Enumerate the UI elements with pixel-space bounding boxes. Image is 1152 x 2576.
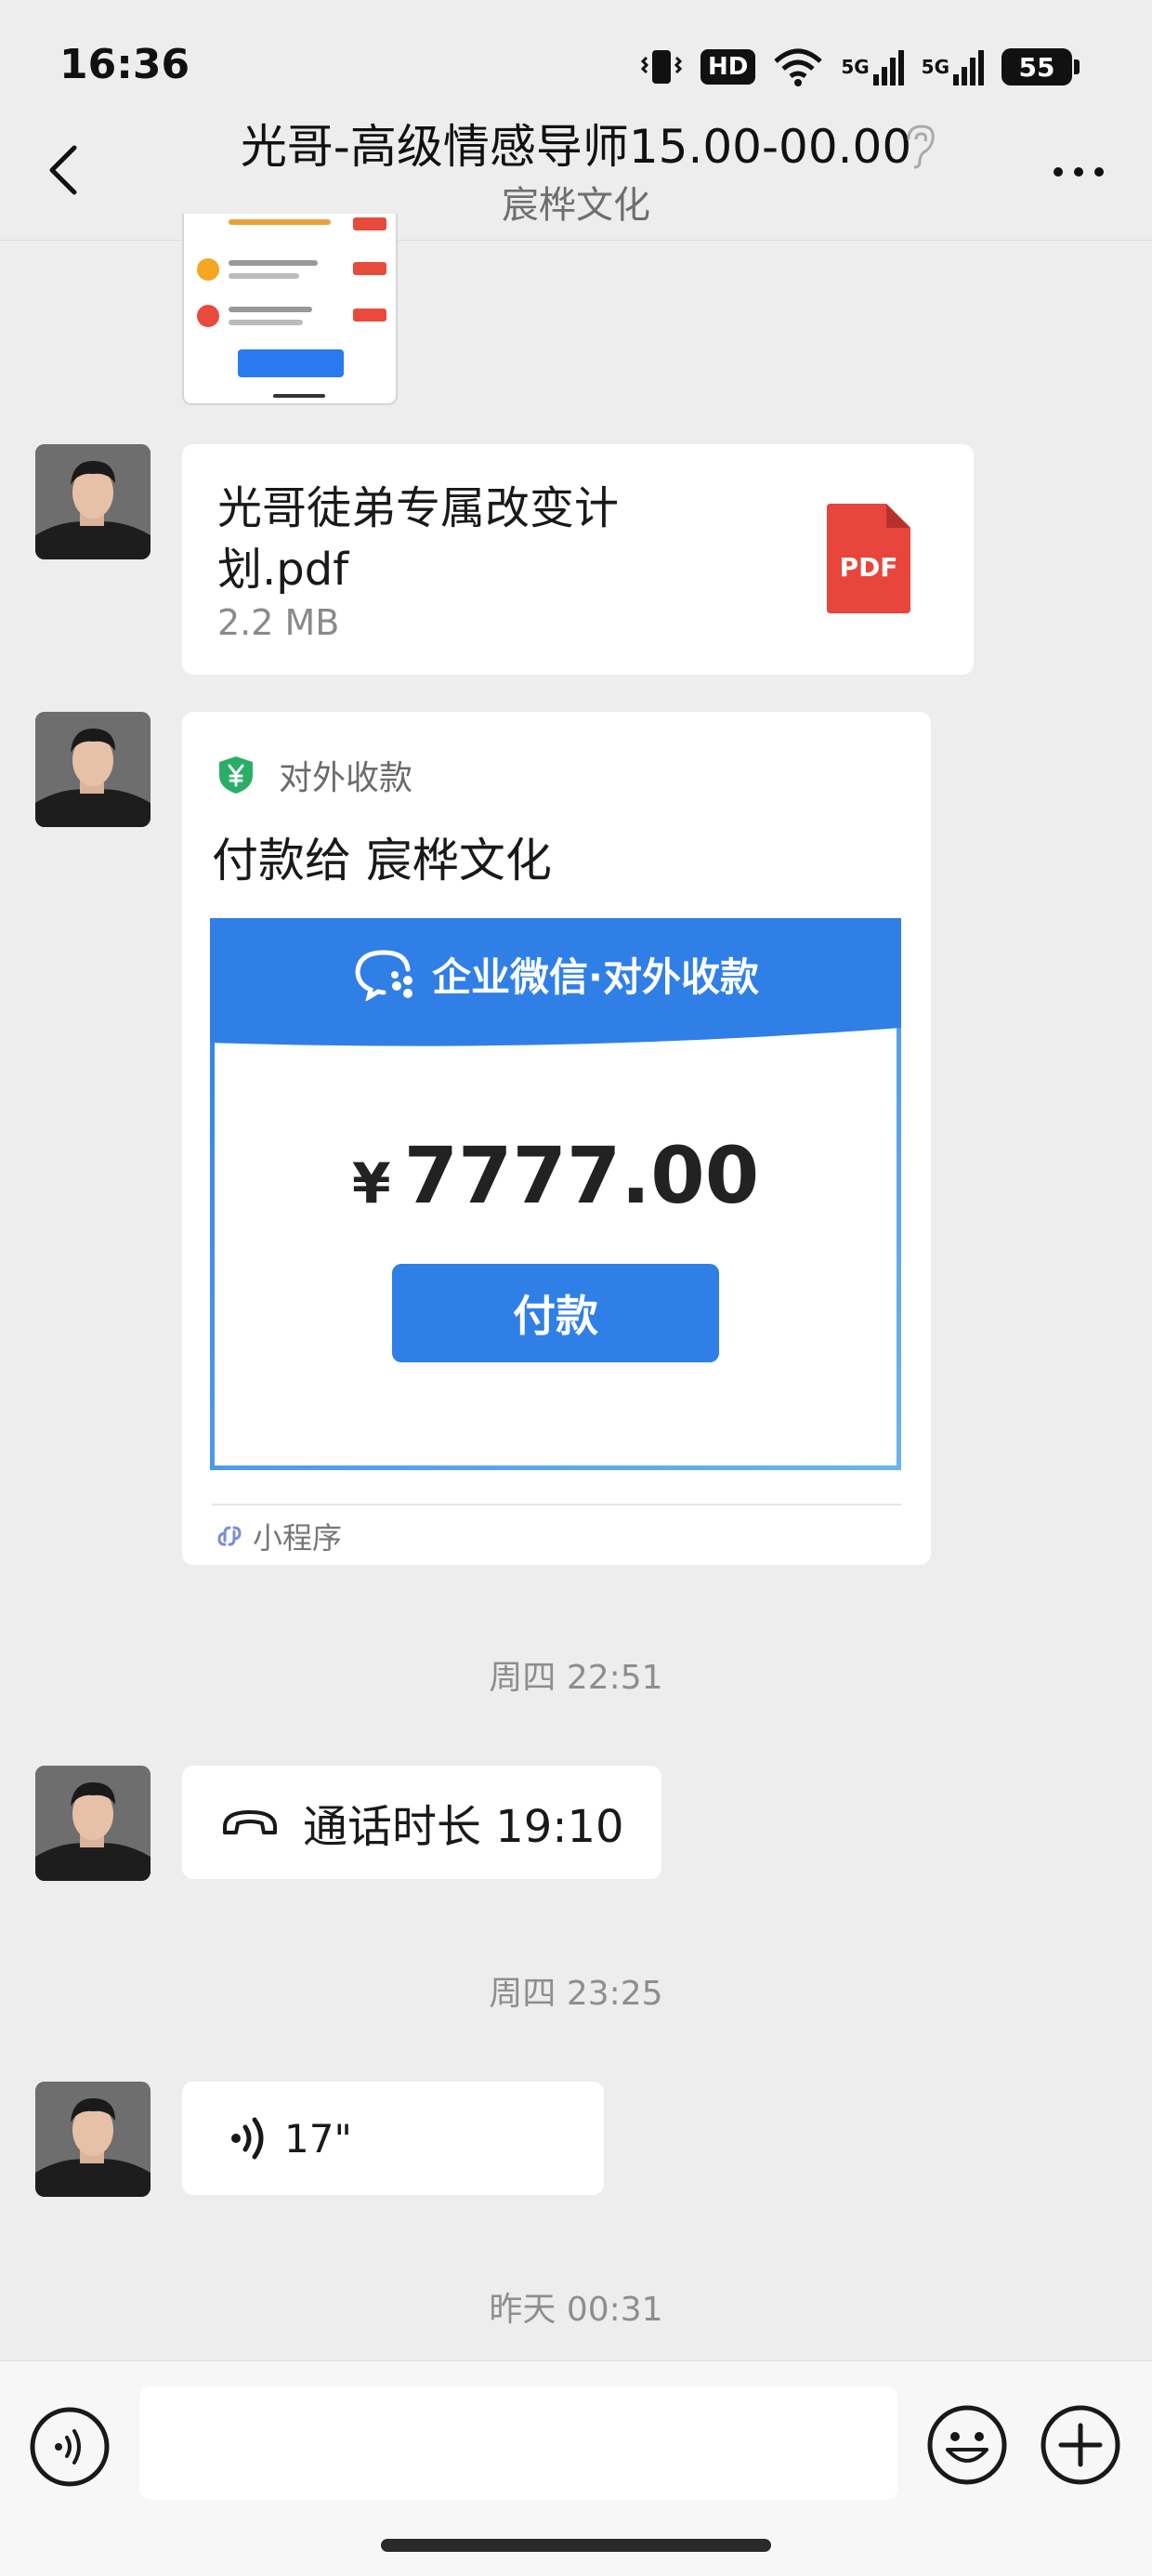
- thumb-bar: [273, 394, 325, 398]
- timestamp: 周四 22:51: [489, 1659, 663, 1697]
- home-indicator[interactable]: [381, 2539, 771, 2552]
- payment-banner-text: 企业微信·对外收款: [432, 953, 759, 1000]
- mini-program-footer: 小程序: [216, 1515, 342, 1557]
- pdf-file-icon: PDF: [827, 504, 910, 613]
- pay-button[interactable]: 付款: [392, 1264, 719, 1362]
- voice-input-button[interactable]: [28, 2405, 111, 2489]
- call-message[interactable]: 通话时长 19:10: [182, 1766, 661, 1879]
- signal-label-1: 5G: [841, 56, 870, 78]
- more-dots-icon: [1054, 167, 1063, 177]
- signal-icon-1: 5G: [841, 48, 904, 85]
- payment-message[interactable]: 对外收款 付款给 宸桦文化 企业微信·对外收款 ¥7777.00 付款 小程序: [182, 712, 931, 1565]
- mini-program-label: 小程序: [253, 1520, 343, 1556]
- payment-header: 对外收款: [217, 751, 412, 799]
- phone-hangup-icon: [223, 1810, 277, 1834]
- more-button[interactable]: [1037, 149, 1120, 195]
- ear-icon: [901, 123, 938, 171]
- file-message[interactable]: 光哥徒弟专属改变计划.pdf 2.2 MB PDF: [182, 444, 974, 675]
- file-name: 光哥徒弟专属改变计划.pdf: [217, 482, 620, 596]
- avatar[interactable]: [35, 2082, 151, 2197]
- more-dot: [1094, 167, 1104, 177]
- thumb-row: [197, 303, 386, 331]
- voice-input-icon: [30, 2407, 110, 2487]
- file-size: 2.2 MB: [217, 602, 340, 643]
- more-functions-button[interactable]: [1039, 2403, 1122, 2487]
- amount-value: 7777.00: [403, 1130, 760, 1221]
- signal-icon-2: 5G: [922, 48, 985, 85]
- nav-divider: [0, 240, 1152, 241]
- payment-title: 付款给 宸桦文化: [212, 834, 552, 887]
- avatar[interactable]: [35, 1766, 151, 1881]
- chat-subtitle: 宸桦文化: [502, 184, 650, 227]
- signal-label-2: 5G: [921, 56, 949, 78]
- message-input[interactable]: [139, 2386, 897, 2500]
- wecom-icon: [355, 950, 413, 1001]
- chat-title[interactable]: 光哥-高级情感导师15.00-00.00: [177, 110, 975, 177]
- payment-amount: ¥7777.00: [210, 1130, 901, 1221]
- payment-header-label: 对外收款: [279, 759, 413, 797]
- voice-wave-icon: [231, 2117, 264, 2160]
- avatar[interactable]: [35, 444, 151, 559]
- plus-icon: [1041, 2405, 1120, 2485]
- yuan-shield-icon: [219, 756, 253, 794]
- thumb-button: [238, 349, 344, 377]
- status-time: 16:36: [59, 41, 190, 88]
- timestamp: 周四 23:25: [489, 1975, 663, 2013]
- avatar[interactable]: [35, 712, 151, 827]
- voice-message[interactable]: 17": [182, 2082, 604, 2195]
- emoji-icon: [927, 2405, 1007, 2485]
- payment-banner: 企业微信·对外收款: [210, 918, 901, 1030]
- currency-symbol: ¥: [351, 1151, 391, 1216]
- emoji-button[interactable]: [925, 2403, 1009, 2487]
- thumb-row: [197, 256, 386, 284]
- more-dot: [1074, 167, 1083, 177]
- link-icon: [217, 1526, 242, 1546]
- status-icons: HD 5G 5G 55: [639, 41, 1080, 93]
- hd-icon: HD: [700, 49, 756, 85]
- thumb-row: [197, 214, 386, 240]
- battery-icon: 55: [1001, 48, 1080, 85]
- timestamp: 昨天 00:31: [489, 2291, 663, 2329]
- vibrate-icon: [639, 46, 684, 87]
- payment-divider: [212, 1504, 901, 1505]
- call-duration: 通话时长 19:10: [303, 1801, 624, 1853]
- pdf-badge: PDF: [839, 552, 898, 583]
- payment-preview[interactable]: 企业微信·对外收款 ¥7777.00 付款: [210, 918, 901, 1470]
- wifi-icon: [772, 46, 824, 87]
- image-thumbnail[interactable]: [182, 214, 398, 405]
- voice-duration: 17": [284, 2115, 352, 2162]
